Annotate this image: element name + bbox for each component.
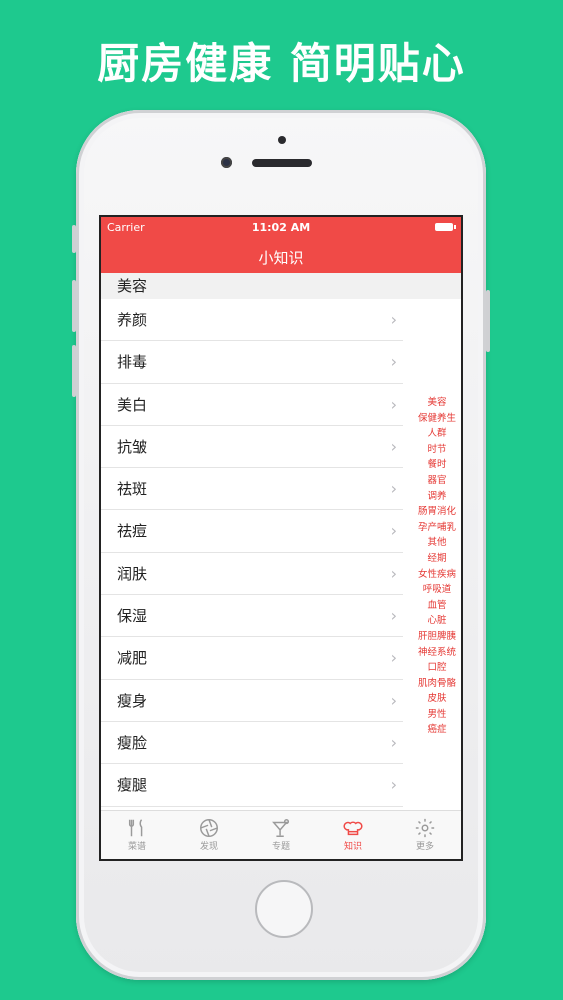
mute-switch xyxy=(72,225,76,253)
index-entry[interactable]: 美容 xyxy=(413,395,461,411)
topic-list: 养颜 › 排毒 › 美白 › 抗皱 › 祛斑 › 祛痘 › 润肤 › 保湿 › 减肥 › 瘦身 › 瘦脸 › 瘦腿 › xyxy=(101,299,461,807)
index-entry[interactable]: 肌肉骨骼 xyxy=(413,676,461,692)
index-entry[interactable]: 时节 xyxy=(413,442,461,458)
aperture-icon xyxy=(173,817,245,839)
tab-fork-knife[interactable]: 菜谱 xyxy=(101,811,173,859)
index-entry[interactable]: 调养 xyxy=(413,489,461,505)
chevron-right-icon: › xyxy=(390,775,397,795)
list-item[interactable]: 瘦脸 › xyxy=(101,722,403,765)
list-item-label: 保湿 xyxy=(117,607,148,626)
status-bar: Carrier 11:02 AM xyxy=(101,217,461,237)
index-entry[interactable]: 神经系统 xyxy=(413,645,461,661)
chevron-right-icon: › xyxy=(390,563,397,583)
index-entry[interactable]: 女性疾病 xyxy=(413,567,461,583)
cocktail-icon xyxy=(245,817,317,839)
list-item-label: 瘦脸 xyxy=(117,733,148,752)
battery-icon xyxy=(435,223,456,231)
chevron-right-icon: › xyxy=(390,436,397,456)
tab-label: 知识 xyxy=(343,842,362,852)
index-entry[interactable]: 餐时 xyxy=(413,457,461,473)
list-item[interactable]: 美白 › xyxy=(101,384,403,426)
list-item[interactable]: 减肥 › xyxy=(101,637,403,680)
list-item-label: 瘦身 xyxy=(117,691,148,710)
list-item-label: 美白 xyxy=(117,395,148,414)
list-item[interactable]: 抗皱 › xyxy=(101,426,403,469)
index-entry[interactable]: 癌症 xyxy=(413,722,461,738)
list-item[interactable]: 养颜 › xyxy=(101,299,403,342)
volume-down-button xyxy=(72,345,76,397)
volume-up-button xyxy=(72,280,76,332)
promo-headline: 厨房健康 简明贴心 xyxy=(97,39,466,88)
list-item-label: 瘦腿 xyxy=(117,776,148,795)
chevron-right-icon: › xyxy=(390,732,397,752)
phone-frame: Carrier 11:02 AM 小知识 美容 养颜 › 排毒 › 美白 › 抗皱 › 祛斑 › 祛… xyxy=(72,110,490,980)
index-entry[interactable]: 男性 xyxy=(413,707,461,723)
list-item-label: 祛痘 xyxy=(117,522,148,541)
list-item[interactable]: 瘦身 › xyxy=(101,680,403,722)
section-header: 美容 xyxy=(101,273,461,299)
index-entry[interactable]: 孕产哺乳 xyxy=(413,520,461,536)
list-item[interactable]: 祛痘 › xyxy=(101,510,403,553)
chevron-right-icon: › xyxy=(390,521,397,541)
index-entry[interactable]: 肝胆脾胰 xyxy=(413,629,461,645)
clock: 11:02 AM xyxy=(251,221,311,234)
gear-icon xyxy=(389,817,461,839)
power-button xyxy=(486,290,490,352)
tab-gear[interactable]: 更多 xyxy=(389,811,461,859)
home-button[interactable] xyxy=(255,880,313,938)
chevron-right-icon: › xyxy=(390,310,397,329)
proximity-sensor xyxy=(278,136,286,144)
fork-knife-icon xyxy=(101,817,173,839)
list-item[interactable]: 润肤 › xyxy=(101,553,403,596)
index-entry[interactable]: 经期 xyxy=(413,551,461,567)
chevron-right-icon: › xyxy=(390,690,397,710)
tab-label: 专题 xyxy=(271,842,290,852)
tab-aperture[interactable]: 发现 xyxy=(173,811,245,859)
list-item[interactable]: 瘦腿 › xyxy=(101,764,403,807)
app-screen: Carrier 11:02 AM 小知识 美容 养颜 › 排毒 › 美白 › 抗皱 › 祛斑 › 祛… xyxy=(99,215,463,861)
index-entry[interactable]: 器官 xyxy=(413,473,461,489)
list-item[interactable]: 保湿 › xyxy=(101,595,403,638)
navigation-bar: Carrier 11:02 AM 小知识 xyxy=(101,217,461,273)
list-item[interactable]: 排毒 › xyxy=(101,341,403,384)
index-entry[interactable]: 血管 xyxy=(413,598,461,614)
chevron-right-icon: › xyxy=(390,479,397,499)
front-camera xyxy=(221,157,232,168)
list-item[interactable]: 祛斑 › xyxy=(101,468,403,511)
chef-hat-icon xyxy=(317,817,389,839)
index-entry[interactable]: 人群 xyxy=(413,426,461,442)
chevron-right-icon: › xyxy=(390,394,397,414)
tab-bar: 菜谱 发现 专题 知识 更多 xyxy=(101,810,461,859)
page-title: 小知识 xyxy=(258,249,304,267)
list-item-label: 抗皱 xyxy=(117,437,148,456)
chevron-right-icon: › xyxy=(390,352,397,372)
list-item-label: 排毒 xyxy=(117,353,148,372)
list-item-label: 祛斑 xyxy=(117,480,148,499)
tab-label: 菜谱 xyxy=(127,842,146,852)
tab-chef-hat[interactable]: 知识 xyxy=(317,811,389,859)
tab-label: 发现 xyxy=(199,842,218,852)
tab-label: 更多 xyxy=(415,842,434,852)
index-entry[interactable]: 皮肤 xyxy=(413,691,461,707)
earpiece-speaker xyxy=(252,159,312,167)
index-entry[interactable]: 心脏 xyxy=(413,613,461,629)
section-index[interactable]: 美容 保健养生 人群 时节 餐时 器官 调养 肠胃消化 孕产哺乳 其他 经期 女性疾病 呼吸道 血管 心脏肝… xyxy=(413,395,461,738)
list-item-label: 减肥 xyxy=(117,649,148,668)
index-entry[interactable]: 肠胃消化 xyxy=(413,504,461,520)
chevron-right-icon: › xyxy=(390,606,397,626)
chevron-right-icon: › xyxy=(390,648,397,668)
index-entry[interactable]: 口腔 xyxy=(413,660,461,676)
list-item-label: 润肤 xyxy=(117,564,148,583)
index-entry[interactable]: 呼吸道 xyxy=(413,582,461,598)
index-entry[interactable]: 其他 xyxy=(413,535,461,551)
index-entry[interactable]: 保健养生 xyxy=(413,411,461,427)
tab-cocktail[interactable]: 专题 xyxy=(245,811,317,859)
list-item-label: 养颜 xyxy=(117,311,148,329)
